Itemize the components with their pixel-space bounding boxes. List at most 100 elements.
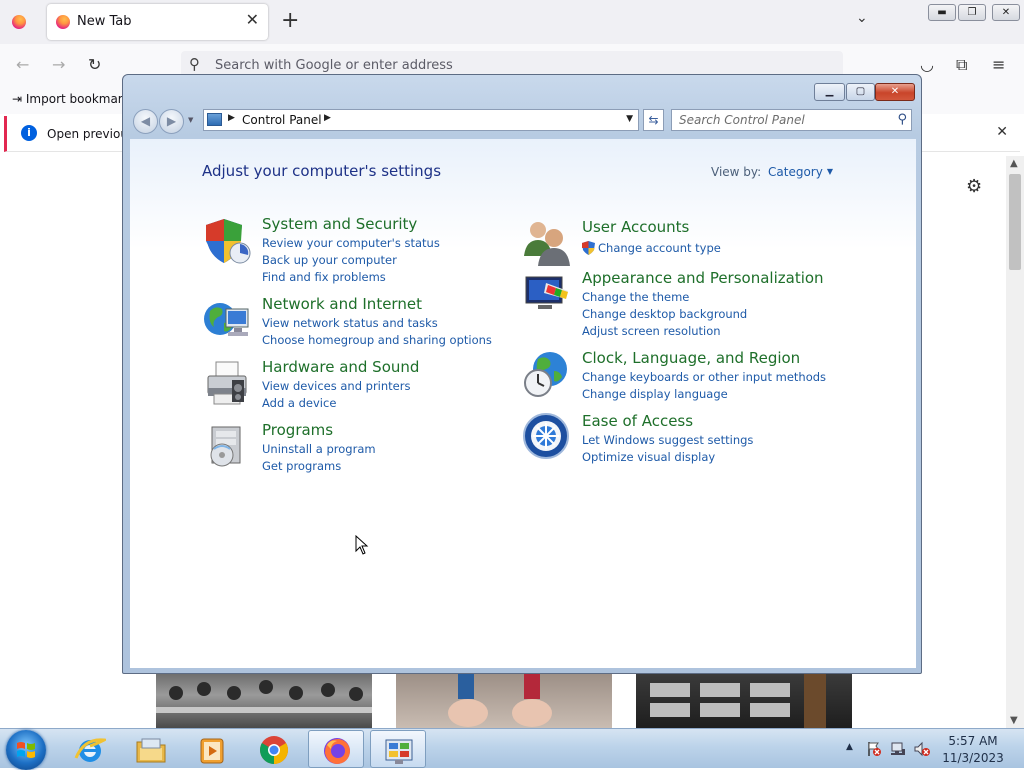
- category-link[interactable]: Find and fix problems: [262, 270, 386, 284]
- extensions-icon[interactable]: ⧉: [956, 55, 967, 75]
- page-scrollbar[interactable]: ▲ ▼: [1006, 156, 1024, 728]
- new-tab-button[interactable]: +: [281, 8, 299, 34]
- top-site-thumbnail[interactable]: [396, 673, 612, 728]
- windows-logo-icon: [17, 742, 35, 758]
- scrollbar-thumb[interactable]: [1009, 174, 1021, 270]
- address-dropdown-icon[interactable]: ▼: [626, 114, 633, 124]
- search-icon[interactable]: ⚲: [897, 112, 907, 127]
- top-site-thumbnail[interactable]: [636, 673, 852, 728]
- start-button[interactable]: [6, 730, 46, 770]
- import-bookmarks-link[interactable]: ⇥ Import bookmark: [12, 92, 130, 106]
- taskbar-file-explorer[interactable]: [123, 730, 179, 768]
- hamburger-menu-icon[interactable]: ≡: [992, 55, 1005, 74]
- browser-minimize-button[interactable]: ▬: [928, 4, 956, 21]
- category-link[interactable]: Change desktop background: [582, 307, 747, 321]
- taskbar-firefox[interactable]: [308, 730, 364, 768]
- category-title[interactable]: User Accounts: [582, 218, 689, 236]
- back-button[interactable]: ◀: [133, 109, 158, 134]
- category-title[interactable]: Hardware and Sound: [262, 358, 419, 376]
- category-link[interactable]: Change display language: [582, 387, 728, 401]
- maximize-button[interactable]: ▢: [846, 83, 875, 101]
- forward-button[interactable]: ▶: [159, 109, 184, 134]
- category-link[interactable]: Get programs: [262, 459, 341, 473]
- chevron-down-icon: ▼: [826, 167, 833, 176]
- ease-of-access-icon[interactable]: [522, 412, 572, 462]
- chrome-icon: [260, 736, 288, 764]
- shield-icon[interactable]: [202, 215, 252, 265]
- show-hidden-icons-button[interactable]: ▲: [846, 742, 853, 752]
- taskbar-clock[interactable]: 5:57 AM 11/3/2023: [938, 733, 1008, 767]
- firefox-favicon-icon: [56, 15, 70, 29]
- list-all-tabs-button[interactable]: ⌄: [856, 10, 868, 26]
- category-link[interactable]: Add a device: [262, 396, 336, 410]
- pocket-icon[interactable]: ◡: [920, 55, 934, 74]
- taskbar-internet-explorer[interactable]: [62, 730, 118, 768]
- info-icon: i: [21, 125, 37, 141]
- search-input[interactable]: [672, 110, 890, 130]
- category-title[interactable]: Network and Internet: [262, 295, 422, 313]
- breadcrumb-control-panel[interactable]: Control Panel: [242, 113, 322, 127]
- category-title[interactable]: Ease of Access: [582, 412, 693, 430]
- folder-icon: [136, 738, 166, 763]
- browser-restore-button[interactable]: ❐: [958, 4, 986, 21]
- refresh-button[interactable]: ⇆: [643, 109, 664, 131]
- back-arrow-icon[interactable]: ←: [16, 55, 29, 74]
- category-link[interactable]: Adjust screen resolution: [582, 324, 721, 338]
- control-panel-icon: [207, 113, 222, 126]
- close-button[interactable]: ✕: [875, 83, 915, 101]
- taskbar-chrome[interactable]: [246, 730, 302, 768]
- scroll-down-icon[interactable]: ▼: [1010, 715, 1018, 726]
- forward-arrow-icon[interactable]: →: [52, 55, 65, 74]
- appearance-icon[interactable]: [522, 269, 572, 319]
- action-center-flag-icon[interactable]: [866, 741, 882, 757]
- network-status-icon[interactable]: [890, 741, 906, 757]
- search-box[interactable]: ⚲: [671, 109, 912, 131]
- category-title[interactable]: Clock, Language, and Region: [582, 349, 800, 367]
- gear-icon[interactable]: ⚙: [966, 176, 982, 197]
- category-link[interactable]: Choose homegroup and sharing options: [262, 333, 492, 347]
- users-icon[interactable]: [522, 218, 572, 268]
- internet-explorer-icon: [74, 738, 106, 762]
- taskbar: ▲ 5:57 AM 11/3/2023: [0, 728, 1024, 770]
- tab-title: New Tab: [77, 14, 132, 29]
- taskbar-media-player[interactable]: [184, 730, 240, 768]
- category-link[interactable]: Optimize visual display: [582, 450, 715, 464]
- address-breadcrumb-bar[interactable]: ▶ Control Panel ▶ ▼: [203, 109, 639, 131]
- printer-icon[interactable]: [202, 358, 252, 408]
- breadcrumb-separator-icon[interactable]: ▶: [324, 113, 331, 123]
- firefox-menu-icon[interactable]: [12, 15, 26, 29]
- view-by-dropdown[interactable]: Category ▼: [768, 165, 833, 179]
- browser-close-button[interactable]: ✕: [992, 4, 1020, 21]
- tab-close-button[interactable]: ✕: [246, 10, 259, 29]
- recent-pages-chevron-icon[interactable]: ▼: [188, 116, 193, 124]
- programs-icon[interactable]: [202, 421, 252, 471]
- category-link[interactable]: Review your computer's status: [262, 236, 440, 250]
- category-link[interactable]: Change account type: [598, 241, 721, 255]
- category-link[interactable]: View devices and printers: [262, 379, 410, 393]
- clock-globe-icon[interactable]: [522, 349, 572, 399]
- category-link[interactable]: Change the theme: [582, 290, 689, 304]
- reload-icon[interactable]: ↻: [88, 55, 101, 74]
- category-title[interactable]: Appearance and Personalization: [582, 269, 824, 287]
- taskbar-control-panel[interactable]: [370, 730, 426, 768]
- minimize-button[interactable]: ▁: [814, 83, 845, 101]
- navigation-bar: ◀ ▶ ▼ ▶ Control Panel ▶ ▼ ⇆ ⚲: [131, 107, 915, 134]
- top-site-thumbnail[interactable]: [156, 673, 372, 728]
- network-icon[interactable]: [202, 295, 252, 345]
- category-link[interactable]: Change keyboards or other input methods: [582, 370, 826, 384]
- category-link[interactable]: Let Windows suggest settings: [582, 433, 753, 447]
- category-link[interactable]: Back up your computer: [262, 253, 397, 267]
- media-player-icon: [200, 738, 224, 764]
- tab-new-tab[interactable]: New Tab ✕: [47, 4, 268, 40]
- category-title[interactable]: Programs: [262, 421, 333, 439]
- category-link[interactable]: Uninstall a program: [262, 442, 376, 456]
- category-title[interactable]: System and Security: [262, 215, 417, 233]
- control-panel-content: Adjust your computer's settings View by:…: [130, 139, 916, 668]
- control-panel-icon: [385, 739, 413, 764]
- notice-close-button[interactable]: ✕: [996, 124, 1008, 140]
- volume-muted-icon[interactable]: [914, 741, 930, 757]
- category-link[interactable]: View network status and tasks: [262, 316, 438, 330]
- address-bar-placeholder: Search with Google or enter address: [215, 58, 453, 73]
- breadcrumb-separator-icon[interactable]: ▶: [228, 113, 235, 123]
- scroll-up-icon[interactable]: ▲: [1010, 158, 1018, 169]
